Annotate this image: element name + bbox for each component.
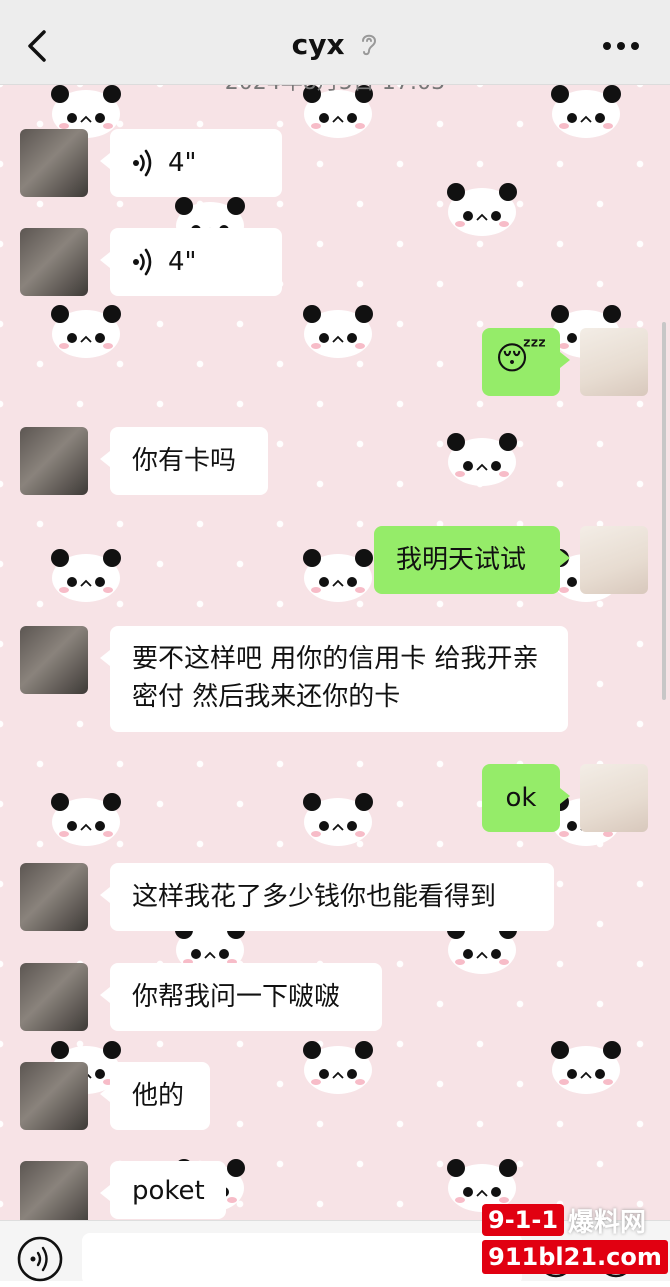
more-button[interactable] <box>596 28 646 64</box>
message-input[interactable] <box>82 1233 522 1285</box>
message-text: poket <box>132 1176 205 1206</box>
ear-icon <box>362 34 377 56</box>
panda-decoration <box>51 793 121 846</box>
message-text: 你帮我问一下啵啵 <box>132 982 341 1012</box>
voice-wave-icon <box>133 149 152 177</box>
voice-message[interactable]: 4" <box>100 129 282 197</box>
message-text: ok <box>505 783 537 813</box>
page-title: cyx <box>291 28 345 61</box>
panda-decoration <box>303 793 373 846</box>
panda-decoration <box>447 433 517 486</box>
panda-decoration <box>51 305 121 358</box>
panda-decoration <box>303 549 373 602</box>
voice-message[interactable]: 4" <box>100 228 282 296</box>
watermark-logo: 9-1-1 <box>482 1204 565 1236</box>
panda-decoration <box>303 305 373 358</box>
message-text: 这样我花了多少钱你也能看得到 <box>132 882 497 912</box>
message-text: 他的 <box>132 1081 185 1111</box>
text-message[interactable]: 这样我花了多少钱你也能看得到 <box>100 863 554 931</box>
watermark: 9-1-1 爆料网 911bl21.com <box>482 1198 668 1278</box>
message-text: 要不这样吧 用你的信用卡 给我开亲密付 然后我来还你的卡 <box>132 644 539 712</box>
contact-avatar[interactable] <box>20 427 88 495</box>
sleeping-face-emoji: 😴 <box>495 339 547 377</box>
watermark-url: 911bl21.com <box>482 1240 668 1274</box>
contact-avatar[interactable] <box>20 129 88 197</box>
voice-duration: 4" <box>168 148 197 178</box>
text-message[interactable]: 你有卡吗 <box>100 427 268 495</box>
self-avatar[interactable] <box>580 328 648 396</box>
text-message[interactable]: 你帮我问一下啵啵 <box>100 963 382 1031</box>
emoji-message[interactable]: 😴 <box>482 328 570 396</box>
text-message[interactable]: 他的 <box>100 1062 210 1130</box>
text-message[interactable]: ok <box>482 764 570 832</box>
message-text: 你有卡吗 <box>132 446 237 476</box>
message-text: 我明天试试 <box>396 545 527 575</box>
voice-duration: 4" <box>168 247 197 277</box>
panda-decoration <box>447 183 517 236</box>
text-message[interactable]: poket <box>100 1161 226 1219</box>
chat-title-area: cyx <box>0 28 670 61</box>
watermark-label: 爆料网 <box>568 1207 647 1238</box>
voice-mode-icon <box>17 1236 63 1282</box>
contact-avatar[interactable] <box>20 626 88 694</box>
scrollbar[interactable] <box>662 322 666 700</box>
panda-decoration <box>303 1041 373 1094</box>
more-dots-icon <box>603 42 639 50</box>
self-avatar[interactable] <box>580 526 648 594</box>
text-message[interactable]: 要不这样吧 用你的信用卡 给我开亲密付 然后我来还你的卡 <box>100 626 568 732</box>
panda-decoration <box>551 1041 621 1094</box>
voice-mode-button[interactable] <box>16 1235 64 1283</box>
voice-wave-icon <box>133 248 152 276</box>
text-message[interactable]: 我明天试试 <box>374 526 570 594</box>
contact-avatar[interactable] <box>20 863 88 931</box>
contact-avatar[interactable] <box>20 228 88 296</box>
chat-header: cyx <box>0 0 670 85</box>
contact-avatar[interactable] <box>20 963 88 1031</box>
contact-avatar[interactable] <box>20 1161 88 1229</box>
contact-avatar[interactable] <box>20 1062 88 1130</box>
self-avatar[interactable] <box>580 764 648 832</box>
panda-decoration <box>51 549 121 602</box>
